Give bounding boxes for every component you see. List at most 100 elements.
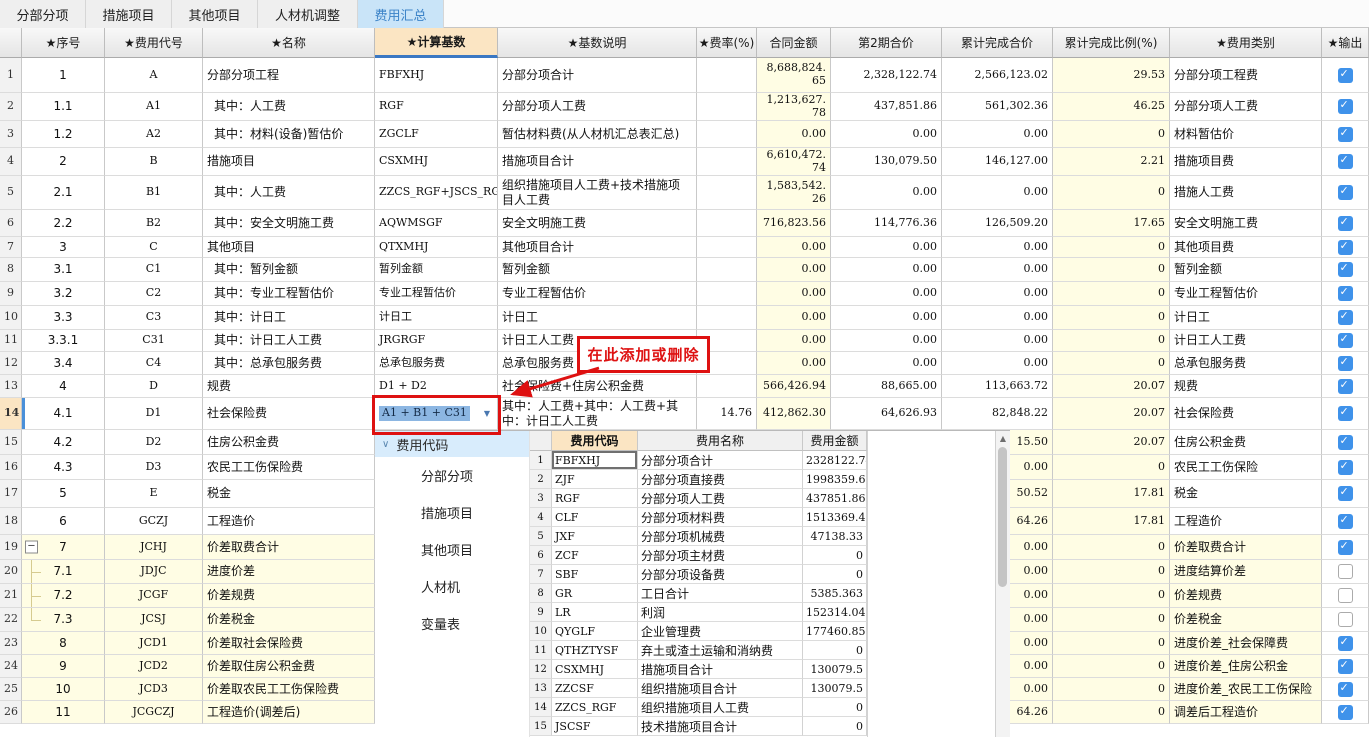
cell-done_pct[interactable]: 0 [1053,701,1170,724]
cell-name[interactable]: 农民工工伤保险费 [203,455,375,480]
popup-cell-amount[interactable]: 1998359.6 [803,470,867,489]
row-number[interactable]: 5 [0,176,22,210]
cell-done[interactable]: 146,127.00 [942,148,1053,176]
cell-seq[interactable]: 3.1 [22,258,105,282]
cell-base_desc[interactable]: 社会保险费+住房公积金费 [498,375,697,398]
cell-done[interactable]: 0.00 [942,282,1053,306]
cell-seq[interactable]: 7.2 [22,584,105,608]
chevron-down-icon[interactable]: ▼ [484,409,490,418]
cell-seq[interactable]: 10 [22,678,105,701]
chevron-down-icon[interactable]: ∨ [382,439,389,450]
popup-cell-amount[interactable]: 0 [803,717,867,736]
cell-done[interactable]: 0.00 [942,306,1053,330]
cell-base[interactable]: QTXMHJ [375,237,498,258]
cell-code[interactable]: D [105,375,203,398]
row-number[interactable]: 10 [0,306,22,330]
output-checkbox[interactable] [1338,514,1353,529]
cell-code[interactable]: C4 [105,352,203,375]
popup-cell-name[interactable]: 分部分项直接费 [638,470,803,489]
cell-category[interactable]: 价差取费合计 [1170,535,1322,560]
row-number[interactable]: 8 [0,258,22,282]
popup-cell-amount[interactable]: 47138.33 [803,527,867,546]
cell-name[interactable]: 措施项目 [203,148,375,176]
cell-name[interactable]: 其中：材料(设备)暂估价 [203,121,375,148]
output-checkbox[interactable] [1338,564,1353,579]
cell-category[interactable]: 总承包服务费 [1170,352,1322,375]
cell-name[interactable]: 价差取住房公积金费 [203,655,375,678]
cell-output[interactable] [1322,282,1369,306]
cell-output[interactable] [1322,455,1369,480]
popup-cell-n[interactable]: 2 [530,470,552,489]
cell-rate[interactable] [697,176,757,210]
fee-code-row[interactable]: 8GR工日合计5385.363 [530,584,867,603]
cell-name[interactable]: 其他项目 [203,237,375,258]
cell-done_pct[interactable]: 0 [1053,632,1170,655]
cell-output[interactable] [1322,560,1369,584]
popup-cell-amount[interactable]: 152314.04 [803,603,867,622]
cell-rate[interactable] [697,306,757,330]
cell-category[interactable]: 规费 [1170,375,1322,398]
tree-root-fee-code[interactable]: ∨ 费用代码 [375,431,529,457]
cell-contract[interactable]: 412,862.30 [757,398,831,430]
cell-base_desc[interactable]: 安全文明施工费 [498,210,697,237]
column-header[interactable]: ★名称 [203,28,375,58]
popup-cell-amount[interactable]: 130079.5 [803,679,867,698]
cell-output[interactable] [1322,375,1369,398]
cell-base_desc[interactable]: 分部分项合计 [498,58,697,93]
cell-seq[interactable]: 5 [22,480,105,508]
cell-seq[interactable]: 8 [22,632,105,655]
cell-code[interactable]: D3 [105,455,203,480]
cell-output[interactable] [1322,306,1369,330]
cell-name[interactable]: 其中：人工费 [203,93,375,121]
cell-period2[interactable]: 0.00 [831,282,942,306]
popup-column-header[interactable]: 费用名称 [638,431,803,451]
cell-done[interactable]: 2,566,123.02 [942,58,1053,93]
cell-output[interactable] [1322,480,1369,508]
cell-contract[interactable]: 0.00 [757,237,831,258]
cell-rate[interactable]: 14.76 [697,398,757,430]
cell-seq[interactable]: 3.3 [22,306,105,330]
output-checkbox[interactable] [1338,379,1353,394]
cell-output[interactable] [1322,210,1369,237]
cell-category[interactable]: 工程造价 [1170,508,1322,535]
cell-name[interactable]: 其中：人工费 [203,176,375,210]
cell-period2[interactable]: 0.00 [831,330,942,352]
cell-output[interactable] [1322,93,1369,121]
cell-category[interactable]: 措施项目费 [1170,148,1322,176]
row-number[interactable]: 4 [0,148,22,176]
cell-done_pct[interactable]: 0 [1053,237,1170,258]
cell-code[interactable]: A [105,58,203,93]
cell-seq[interactable]: 6 [22,508,105,535]
cell-contract[interactable]: 8,688,824.65 [757,58,831,93]
popup-cell-code[interactable]: QYGLF [552,622,638,641]
popup-cell-name[interactable]: 组织措施项目人工费 [638,698,803,717]
cell-contract[interactable]: 566,426.94 [757,375,831,398]
row-number[interactable]: 7 [0,237,22,258]
cell-output[interactable] [1322,678,1369,701]
row-number[interactable]: 9 [0,282,22,306]
cell-base_desc[interactable]: 措施项目合计 [498,148,697,176]
cell-contract[interactable]: 1,213,627.78 [757,93,831,121]
cell-output[interactable] [1322,330,1369,352]
popup-cell-name[interactable]: 措施项目合计 [638,660,803,679]
cell-base_desc[interactable]: 其中：人工费+其中：人工费+其中：计日工人工费 [498,398,697,430]
cell-category[interactable]: 计日工 [1170,306,1322,330]
cell-done_pct[interactable]: 0 [1053,352,1170,375]
cell-period2[interactable]: 130,079.50 [831,148,942,176]
output-checkbox[interactable] [1338,435,1353,450]
cell-category[interactable]: 暂列金额 [1170,258,1322,282]
popup-cell-code[interactable]: ZJF [552,470,638,489]
row-number[interactable]: 25 [0,678,22,701]
cell-name[interactable]: 价差税金 [203,608,375,632]
popup-cell-amount[interactable]: 0 [803,546,867,565]
column-header[interactable]: ★序号 [22,28,105,58]
fee-code-row[interactable]: 13ZZCSF组织措施项目合计130079.5 [530,679,867,698]
cell-category[interactable]: 价差税金 [1170,608,1322,632]
cell-base_desc[interactable]: 分部分项人工费 [498,93,697,121]
cell-rate[interactable] [697,237,757,258]
cell-code[interactable]: D2 [105,430,203,455]
popup-cell-n[interactable]: 4 [530,508,552,527]
cell-name[interactable]: 工程造价(调差后) [203,701,375,724]
cell-code[interactable]: D1 [105,398,203,430]
output-checkbox[interactable] [1338,588,1353,603]
